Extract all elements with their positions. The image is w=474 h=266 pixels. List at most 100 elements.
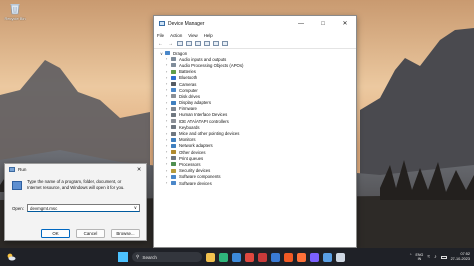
menu-bar: File Action View Help (154, 31, 356, 39)
store-taskbar-icon[interactable] (323, 252, 332, 262)
maximize-button[interactable]: □ (312, 16, 334, 31)
taskbar-search-box[interactable]: ⚲ Search (132, 252, 202, 262)
taskbar-apps (206, 252, 345, 262)
close-button[interactable]: ✕ (334, 16, 356, 31)
ok-button[interactable]: OK (41, 229, 70, 238)
browse-button[interactable]: Browse... (111, 229, 140, 238)
app-taskbar-icon[interactable] (258, 252, 267, 262)
device-category-icon (171, 100, 176, 105)
firefox-taskbar-icon[interactable] (297, 252, 306, 262)
device-manager-taskbar-icon[interactable] (336, 252, 345, 262)
device-category-icon (171, 119, 176, 124)
device-category-icon (171, 156, 176, 161)
device-category-label: Software components (179, 174, 221, 180)
cancel-button[interactable]: Cancel (76, 229, 105, 238)
menu-action[interactable]: Action (170, 33, 182, 38)
device-category-icon (171, 69, 176, 74)
monitor-icon[interactable] (222, 41, 228, 46)
language-indicator[interactable]: ENG IN (416, 253, 424, 262)
device-category-label: Network adapters (179, 143, 213, 149)
menu-view[interactable]: View (188, 33, 197, 38)
computer-icon (165, 51, 170, 56)
minimize-button[interactable]: — (290, 16, 312, 31)
device-category-icon (171, 181, 176, 186)
device-category-label: Batteries (179, 69, 196, 75)
weather-icon[interactable] (6, 252, 16, 262)
run-titlebar[interactable]: Run ✕ (5, 164, 146, 175)
date: 27-10-2023 (450, 257, 470, 261)
recycle-bin-desktop-icon[interactable]: Recycle Bin (4, 2, 26, 21)
run-dialog[interactable]: Run ✕ Type the name of a program, folder… (4, 163, 147, 241)
close-icon[interactable]: ✕ (132, 164, 146, 175)
device-category-icon (171, 63, 176, 68)
device-category-icon (171, 82, 176, 87)
open-input[interactable]: devmgmt.msc ∨ (27, 204, 140, 212)
device-category-label: Processors (179, 161, 201, 167)
device-category-list: › Audio inputs and outputs › Audio Processi… (160, 56, 356, 186)
mail-taskbar-icon[interactable] (271, 252, 280, 262)
run-large-icon (12, 181, 22, 190)
recycle-bin-icon (9, 2, 21, 15)
device-category-label: Human Interface Devices (179, 112, 228, 118)
run-body: Type the name of a program, folder, docu… (12, 179, 140, 212)
device-manager-app-icon (159, 21, 165, 26)
file-explorer-taskbar-icon[interactable] (206, 252, 215, 262)
forward-arrow-icon[interactable]: → (167, 41, 174, 47)
chevron-down-icon[interactable]: ∨ (134, 205, 137, 211)
device-category-label: Audio Processing Objects (APOs) (179, 62, 244, 68)
search-placeholder: Search (142, 254, 157, 260)
language-region: IN (417, 257, 422, 261)
system-tray: ˆ ENG IN ≈ ♪ 07:52 27-10-2023 (410, 250, 470, 264)
clock[interactable]: 07:52 27-10-2023 (451, 252, 470, 261)
chevron-up-icon[interactable]: ˆ (410, 254, 412, 260)
device-category-label: Display adapters (179, 100, 212, 106)
help-icon[interactable] (195, 41, 201, 46)
device-category-icon (171, 168, 176, 173)
update-driver-icon[interactable] (204, 41, 210, 46)
recycle-bin-label: Recycle Bin (4, 16, 26, 21)
device-category-label: Keyboards (179, 124, 200, 130)
device-category-label: Audio inputs and outputs (179, 56, 227, 62)
battery-icon[interactable] (440, 255, 447, 259)
device-category-label: Firmware (179, 106, 197, 112)
run-description-row: Type the name of a program, folder, docu… (12, 179, 140, 191)
chrome-taskbar-icon[interactable] (245, 252, 254, 262)
scan-hardware-icon[interactable] (213, 41, 219, 46)
run-app-icon (9, 167, 15, 172)
toolbar: ← → (154, 39, 356, 49)
device-category-icon (171, 125, 176, 130)
properties-icon[interactable] (177, 41, 183, 46)
device-category-label: Computer (179, 87, 198, 93)
taskbar: ⚲ Search ˆ ENG IN ≈ ♪ 07:52 27-10-2023 (0, 248, 474, 266)
device-category-item[interactable]: › Software devices (160, 180, 356, 186)
run-description: Type the name of a program, folder, docu… (27, 179, 125, 190)
browser-taskbar-icon[interactable] (232, 252, 241, 262)
back-arrow-icon[interactable]: ← (157, 41, 164, 47)
device-category-label: Software devices (179, 180, 212, 186)
device-category-icon (171, 88, 176, 93)
device-category-label: Disk drives (179, 93, 201, 99)
device-category-icon (171, 106, 176, 111)
show-hide-console-tree-icon[interactable] (186, 41, 192, 46)
edge-taskbar-icon[interactable] (219, 252, 228, 262)
menu-file[interactable]: File (157, 33, 164, 38)
device-tree[interactable]: ∨ Dragon › Audio inputs and outputs › Audio… (154, 50, 356, 247)
device-category-icon (171, 57, 176, 62)
device-category-label: Security devices (179, 168, 211, 174)
device-category-label: Print queues (179, 155, 204, 161)
run-buttons: OK Cancel Browse... (41, 229, 140, 238)
device-manager-titlebar[interactable]: Device Manager — □ ✕ (154, 16, 356, 31)
windows-start-icon[interactable] (118, 252, 128, 262)
open-label: Open: (12, 205, 24, 211)
menu-help[interactable]: Help (204, 33, 213, 38)
run-open-row: Open: devmgmt.msc ∨ (12, 204, 140, 212)
volume-icon[interactable]: ♪ (434, 254, 437, 260)
device-manager-window[interactable]: Device Manager — □ ✕ File Action View He… (153, 15, 357, 248)
brave-taskbar-icon[interactable] (284, 252, 293, 262)
device-category-label: IDE ATA/ATAPI controllers (179, 118, 229, 124)
window-title: Device Manager (168, 20, 205, 27)
device-category-icon (171, 137, 176, 142)
app-taskbar-icon[interactable] (310, 252, 319, 262)
device-category-icon (171, 143, 176, 148)
wifi-icon[interactable]: ≈ (427, 254, 430, 260)
